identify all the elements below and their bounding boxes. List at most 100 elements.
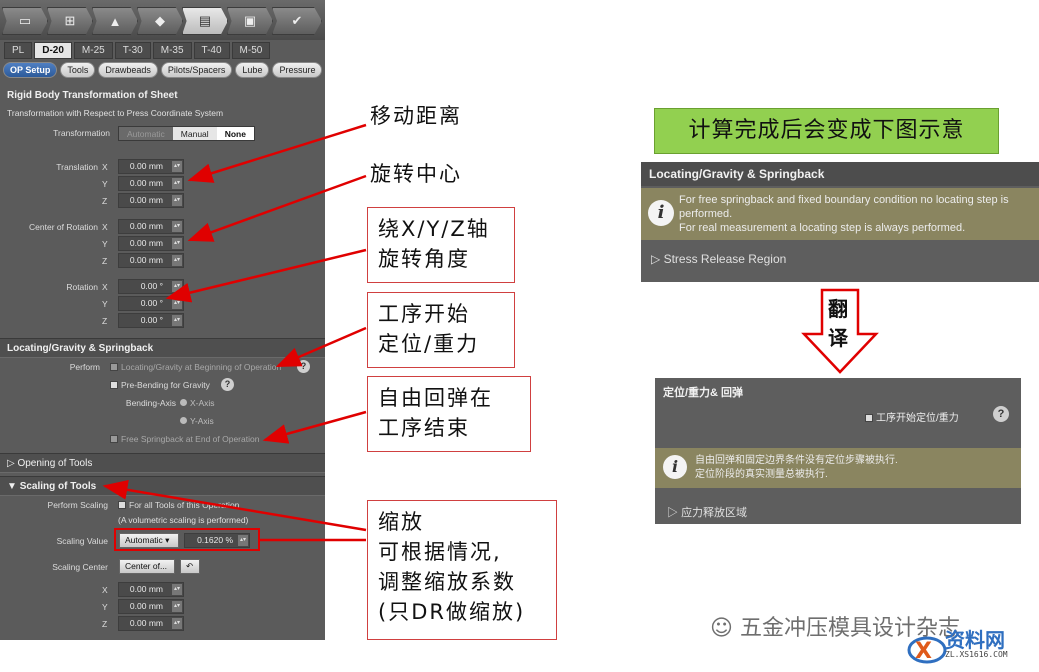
bending-axis-label: Bending-Axis [125, 398, 176, 408]
locating-gravity-checkbox[interactable]: Locating/Gravity at Beginning of Operati… [110, 362, 281, 372]
english-result-panel: Locating/Gravity & Springback i For free… [641, 162, 1039, 282]
punch-icon[interactable]: ▲ [92, 7, 138, 35]
chinese-stress-release-section[interactable]: ▷ 应力释放区域 [667, 504, 747, 520]
process-icon[interactable]: ▤ [182, 7, 228, 35]
subtab-drawbeads[interactable]: Drawbeads [98, 62, 158, 78]
scaling-of-tools-header[interactable]: ▼ Scaling of Tools [7, 481, 96, 492]
rotation-z-input[interactable]: 0.00 ° ▴▾ [118, 313, 184, 328]
y-axis-radio[interactable]: Y-Axis [180, 416, 214, 426]
scaling-value-label: Scaling Value [56, 536, 108, 546]
pre-bending-checkbox[interactable]: Pre-Bending for Gravity [110, 380, 210, 390]
center-z-input[interactable]: 0.00 mm ▴▾ [118, 253, 184, 268]
scale-z-axis-label: Z [102, 619, 108, 629]
translation-label: Translation [56, 162, 98, 172]
checkbox-icon [110, 363, 118, 371]
setup-subtabs: OP Setup Tools Drawbeads Pilots/Spacers … [3, 62, 323, 78]
translation-z-value: 0.00 mm [129, 195, 163, 205]
center-y-input[interactable]: 0.00 mm ▴▾ [118, 236, 184, 251]
callout-locating-line2: 定位/重力 [378, 332, 480, 356]
center-of-button[interactable]: Center of... [119, 559, 175, 574]
perform-scaling-checkbox[interactable]: For all Tools of this Operation [118, 500, 239, 510]
callout-scaling: 缩放 可根据情况, 调整缩放系数 (只DR做缩放) [367, 500, 557, 640]
scale-center-y-value: 0.00 mm [129, 601, 163, 611]
help-icon[interactable]: ? [221, 378, 234, 391]
x-axis-radio[interactable]: X-Axis [180, 398, 215, 408]
spin-icon[interactable]: ▴▾ [172, 601, 182, 612]
spin-icon[interactable]: ▴▾ [172, 238, 182, 249]
scale-center-z-input[interactable]: 0.00 mm ▴▾ [118, 616, 184, 631]
tab-t40[interactable]: T-40 [193, 42, 230, 59]
chevron-right-icon: ▷ [651, 252, 664, 266]
translation-y-input[interactable]: 0.00 mm ▴▾ [118, 176, 184, 191]
english-stress-release-section[interactable]: ▷ Stress Release Region [651, 252, 786, 266]
operation-tabs: PL D-20 M-25 T-30 M-35 T-40 M-50 [4, 42, 271, 60]
mode-manual[interactable]: Manual [172, 127, 217, 140]
english-info-box: i For free springback and fixed boundary… [641, 188, 1039, 240]
opening-of-tools-header[interactable]: ▷ Opening of Tools [7, 458, 92, 469]
tab-d20[interactable]: D-20 [34, 42, 72, 59]
tab-pl[interactable]: PL [4, 42, 33, 59]
free-springback-checkbox[interactable]: Free Springback at End of Operation [110, 434, 259, 444]
subtab-pressure[interactable]: Pressure [272, 62, 323, 78]
blank-icon[interactable]: ▭ [2, 7, 48, 35]
radio-icon [180, 417, 187, 424]
help-icon[interactable]: ? [993, 406, 1009, 422]
undo-icon[interactable]: ↶ [180, 559, 200, 574]
check-icon[interactable]: ✔ [272, 7, 322, 35]
spin-icon[interactable]: ▴▾ [172, 255, 182, 266]
subtab-lube[interactable]: Lube [235, 62, 270, 78]
y-axis-label: Y-Axis [190, 416, 214, 426]
transformation-label: Transformation [53, 128, 110, 138]
subtab-pilots-spacers[interactable]: Pilots/Spacers [160, 62, 233, 78]
mode-none[interactable]: None [216, 127, 254, 140]
spin-icon[interactable]: ▴▾ [172, 195, 182, 206]
spin-icon[interactable]: ▴▾ [172, 618, 182, 629]
tab-m25[interactable]: M-25 [73, 42, 113, 59]
spin-icon[interactable]: ▴▾ [172, 178, 182, 189]
rotation-y-axis-label: Y [102, 299, 108, 309]
spin-icon[interactable]: ▴▾ [172, 584, 182, 595]
callout-scaling-line2: 可根据情况, [378, 540, 502, 564]
translation-x-axis-label: X [102, 162, 108, 172]
subtab-tools[interactable]: Tools [60, 62, 96, 78]
perform-label: Perform [69, 362, 100, 372]
translation-z-input[interactable]: 0.00 mm ▴▾ [118, 193, 184, 208]
callout-rotation-angle-line1: 绕X/Y/Z轴 [378, 217, 490, 241]
callout-scaling-line1: 缩放 [378, 510, 424, 534]
locating-title: Locating/Gravity & Springback [7, 343, 154, 354]
chevron-right-icon: ▷ [7, 458, 18, 469]
wechat-icon: ☺ [710, 616, 740, 641]
scale-y-axis-label: Y [102, 602, 108, 612]
spin-icon[interactable]: ▴▾ [172, 315, 182, 326]
help-icon[interactable]: ? [297, 360, 310, 373]
scale-center-x-input[interactable]: 0.00 mm ▴▾ [118, 582, 184, 597]
translate-label-char2: 译 [828, 326, 848, 350]
chinese-result-panel: 定位/重力& 回弹 工序开始定位/重力 ? i 自由回弹和固定边界条件没有定位步… [655, 378, 1021, 524]
rotation-x-input[interactable]: 0.00 ° ▴▾ [118, 279, 184, 294]
translation-z-axis-label: Z [102, 196, 108, 206]
spin-icon[interactable]: ▴▾ [172, 221, 182, 232]
spin-icon[interactable]: ▴▾ [172, 298, 182, 309]
x-axis-label: X-Axis [190, 398, 215, 408]
tab-m50[interactable]: M-50 [231, 42, 271, 59]
translation-x-input[interactable]: 0.00 mm ▴▾ [118, 159, 184, 174]
rotation-y-input[interactable]: 0.00 ° ▴▾ [118, 296, 184, 311]
spin-icon[interactable]: ▴▾ [172, 281, 182, 292]
scale-center-z-value: 0.00 mm [129, 618, 163, 628]
scaling-center-label: Scaling Center [52, 562, 108, 572]
tab-m35[interactable]: M-35 [152, 42, 192, 59]
tree-icon[interactable]: ⊞ [47, 7, 93, 35]
callout-scaling-line4: (只DR做缩放) [378, 600, 526, 624]
subtab-op-setup[interactable]: OP Setup [3, 62, 58, 78]
sheet-icon[interactable]: ◆ [137, 7, 183, 35]
center-x-input[interactable]: 0.00 mm ▴▾ [118, 219, 184, 234]
mode-automatic[interactable]: Automatic [119, 127, 173, 140]
chinese-locating-checkbox[interactable]: 工序开始定位/重力 [865, 409, 959, 424]
center-z-axis-label: Z [102, 256, 108, 266]
tab-t30[interactable]: T-30 [114, 42, 151, 59]
scale-center-y-input[interactable]: 0.00 mm ▴▾ [118, 599, 184, 614]
spin-icon[interactable]: ▴▾ [172, 161, 182, 172]
perform-scaling-value: For all Tools of this Operation [129, 500, 240, 510]
chinese-info-box: i 自由回弹和固定边界条件没有定位步骤被执行. 定位阶段的真实测量总被执行. [655, 448, 1021, 488]
monitor-icon[interactable]: ▣ [227, 7, 273, 35]
